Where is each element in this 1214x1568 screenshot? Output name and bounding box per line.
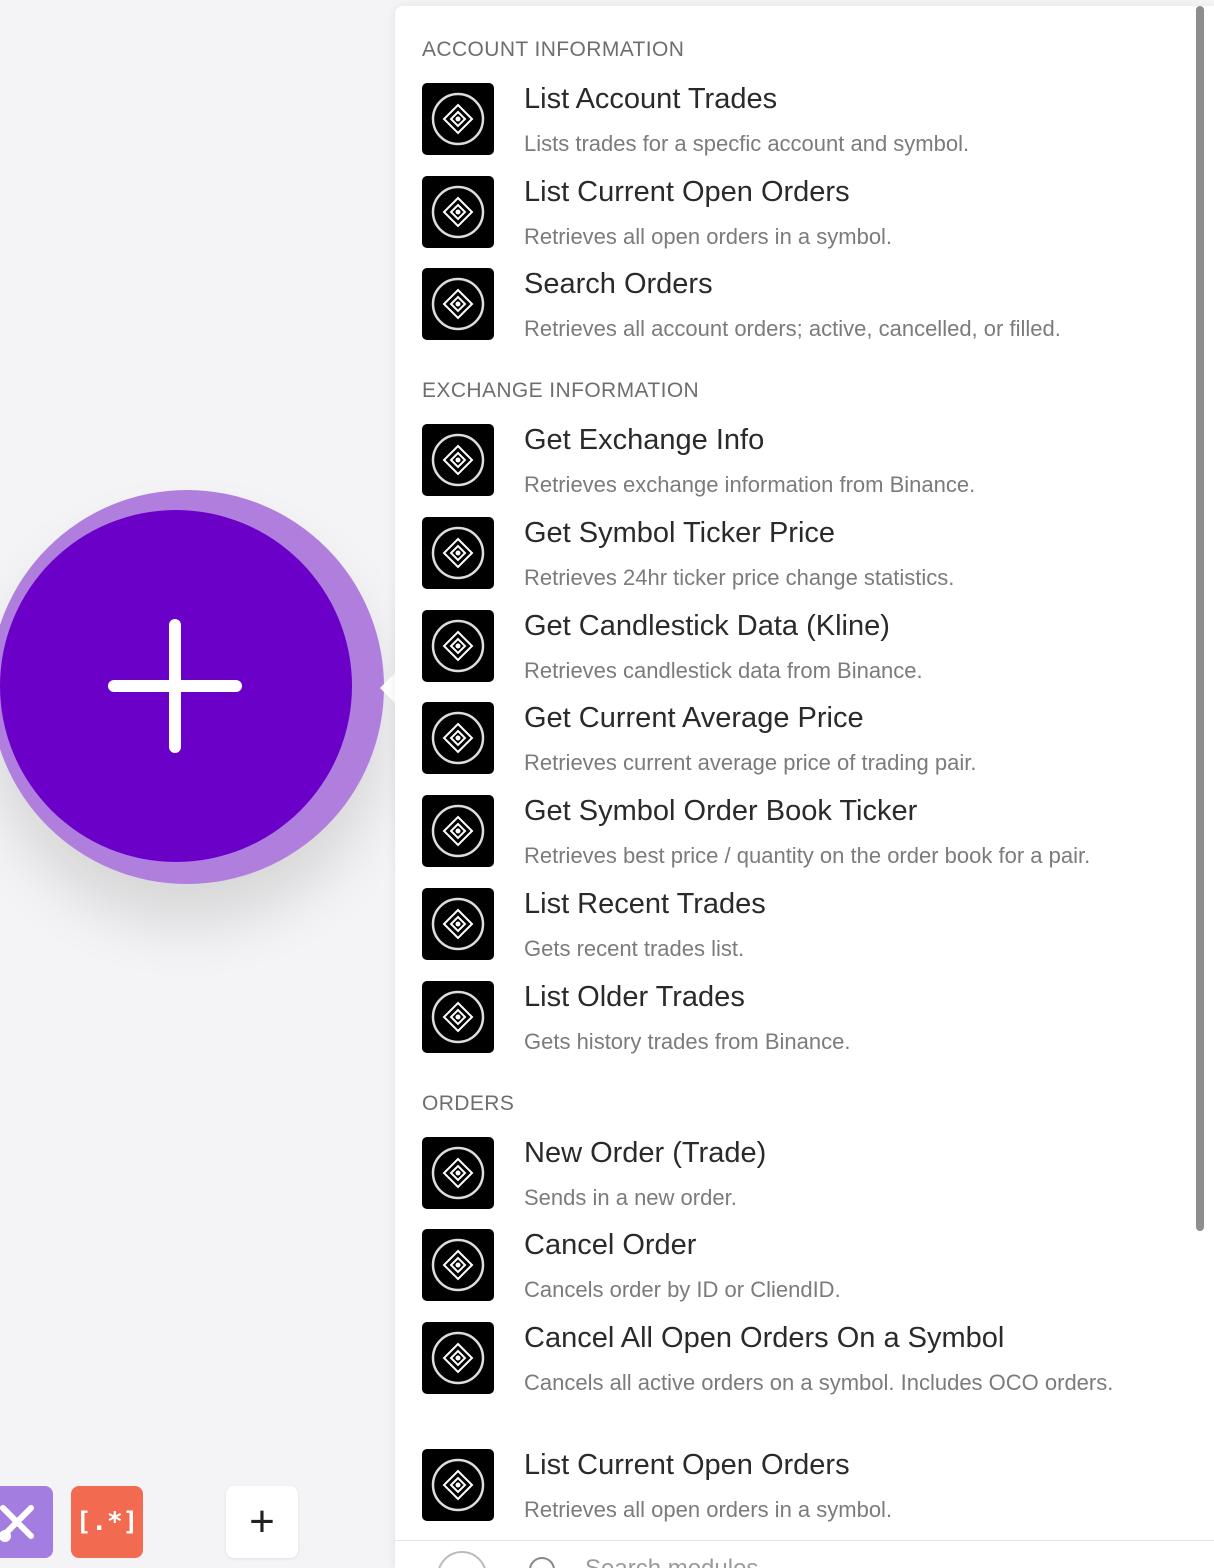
module-title: Get Current Average Price bbox=[524, 702, 864, 734]
section-title-exchange-information: EXCHANGE INFORMATION bbox=[422, 379, 700, 402]
binance-icon bbox=[422, 795, 494, 867]
module-description: Sends in a new order. bbox=[524, 1185, 737, 1210]
module-title: Search Orders bbox=[524, 268, 713, 300]
binance-icon bbox=[422, 1137, 494, 1209]
search-input[interactable]: Search modules bbox=[585, 1555, 758, 1568]
toolbar-add-button[interactable]: + bbox=[226, 1486, 298, 1558]
module-description: Retrieves current average price of tradi… bbox=[524, 750, 977, 775]
binance-icon bbox=[422, 1449, 494, 1521]
module-description: Retrieves all account orders; active, ca… bbox=[524, 316, 1061, 341]
module-description: Retrieves all open orders in a symbol. bbox=[524, 1497, 893, 1522]
module-title: List Recent Trades bbox=[524, 888, 766, 920]
module-picker-panel: ACCOUNT INFORMATION List Account Trades … bbox=[395, 6, 1214, 1568]
module-description: Retrieves 24hr ticker price change stati… bbox=[524, 565, 955, 590]
plus-icon-vertical bbox=[169, 619, 181, 753]
tools-button[interactable] bbox=[0, 1486, 53, 1558]
text-parser-button[interactable]: [.*] bbox=[71, 1486, 143, 1558]
tools-icon bbox=[0, 1505, 34, 1542]
binance-icon bbox=[422, 888, 494, 960]
module-description: Retrieves best price / quantity on the o… bbox=[524, 843, 1091, 868]
add-module-button[interactable] bbox=[0, 510, 352, 862]
module-title: Get Symbol Order Book Ticker bbox=[524, 795, 918, 827]
binance-icon bbox=[422, 981, 494, 1053]
binance-icon bbox=[422, 424, 494, 496]
binance-icon bbox=[422, 517, 494, 589]
binance-icon bbox=[422, 176, 494, 248]
module-title: List Older Trades bbox=[524, 981, 745, 1013]
panel-scrollbar[interactable] bbox=[1196, 6, 1204, 1231]
regex-label: [.*] bbox=[75, 1507, 139, 1537]
toolbar-plus-icon: + bbox=[249, 1497, 275, 1546]
module-title: New Order (Trade) bbox=[524, 1137, 767, 1169]
module-description: Retrieves candlestick data from Binance. bbox=[524, 658, 923, 683]
module-title: Cancel All Open Orders On a Symbol bbox=[524, 1322, 1005, 1354]
module-title: List Account Trades bbox=[524, 83, 778, 115]
module-title: Get Candlestick Data (Kline) bbox=[524, 610, 890, 642]
module-description: Gets history trades from Binance. bbox=[524, 1029, 851, 1054]
module-title: List Current Open Orders bbox=[524, 176, 850, 208]
module-title: Get Symbol Ticker Price bbox=[524, 517, 836, 549]
binance-icon bbox=[422, 702, 494, 774]
module-title: List Current Open Orders bbox=[524, 1449, 850, 1481]
binance-icon bbox=[422, 610, 494, 682]
module-description: Lists trades for a specfic account and s… bbox=[524, 131, 970, 156]
module-title: Cancel Order bbox=[524, 1229, 697, 1261]
module-description: Cancels order by ID or CliendID. bbox=[524, 1277, 841, 1302]
binance-icon bbox=[422, 83, 494, 155]
panel-search-bar[interactable]: Search modules bbox=[395, 1540, 1214, 1568]
binance-icon bbox=[422, 1229, 494, 1301]
module-description: Retrieves exchange information from Bina… bbox=[524, 472, 976, 497]
module-title: Get Exchange Info bbox=[524, 424, 765, 456]
module-description: Cancels all active orders on a symbol. I… bbox=[524, 1370, 1114, 1395]
section-title-account-information: ACCOUNT INFORMATION bbox=[422, 38, 685, 61]
binance-icon bbox=[422, 268, 494, 340]
panel-pointer bbox=[380, 672, 396, 704]
binance-icon bbox=[422, 1322, 494, 1394]
add-module-halo bbox=[0, 490, 384, 884]
module-description: Gets recent trades list. bbox=[524, 936, 745, 961]
search-icon bbox=[529, 1557, 555, 1568]
back-icon[interactable] bbox=[437, 1551, 487, 1568]
module-description: Retrieves all open orders in a symbol. bbox=[524, 224, 893, 249]
section-title-orders: ORDERS bbox=[422, 1092, 515, 1115]
